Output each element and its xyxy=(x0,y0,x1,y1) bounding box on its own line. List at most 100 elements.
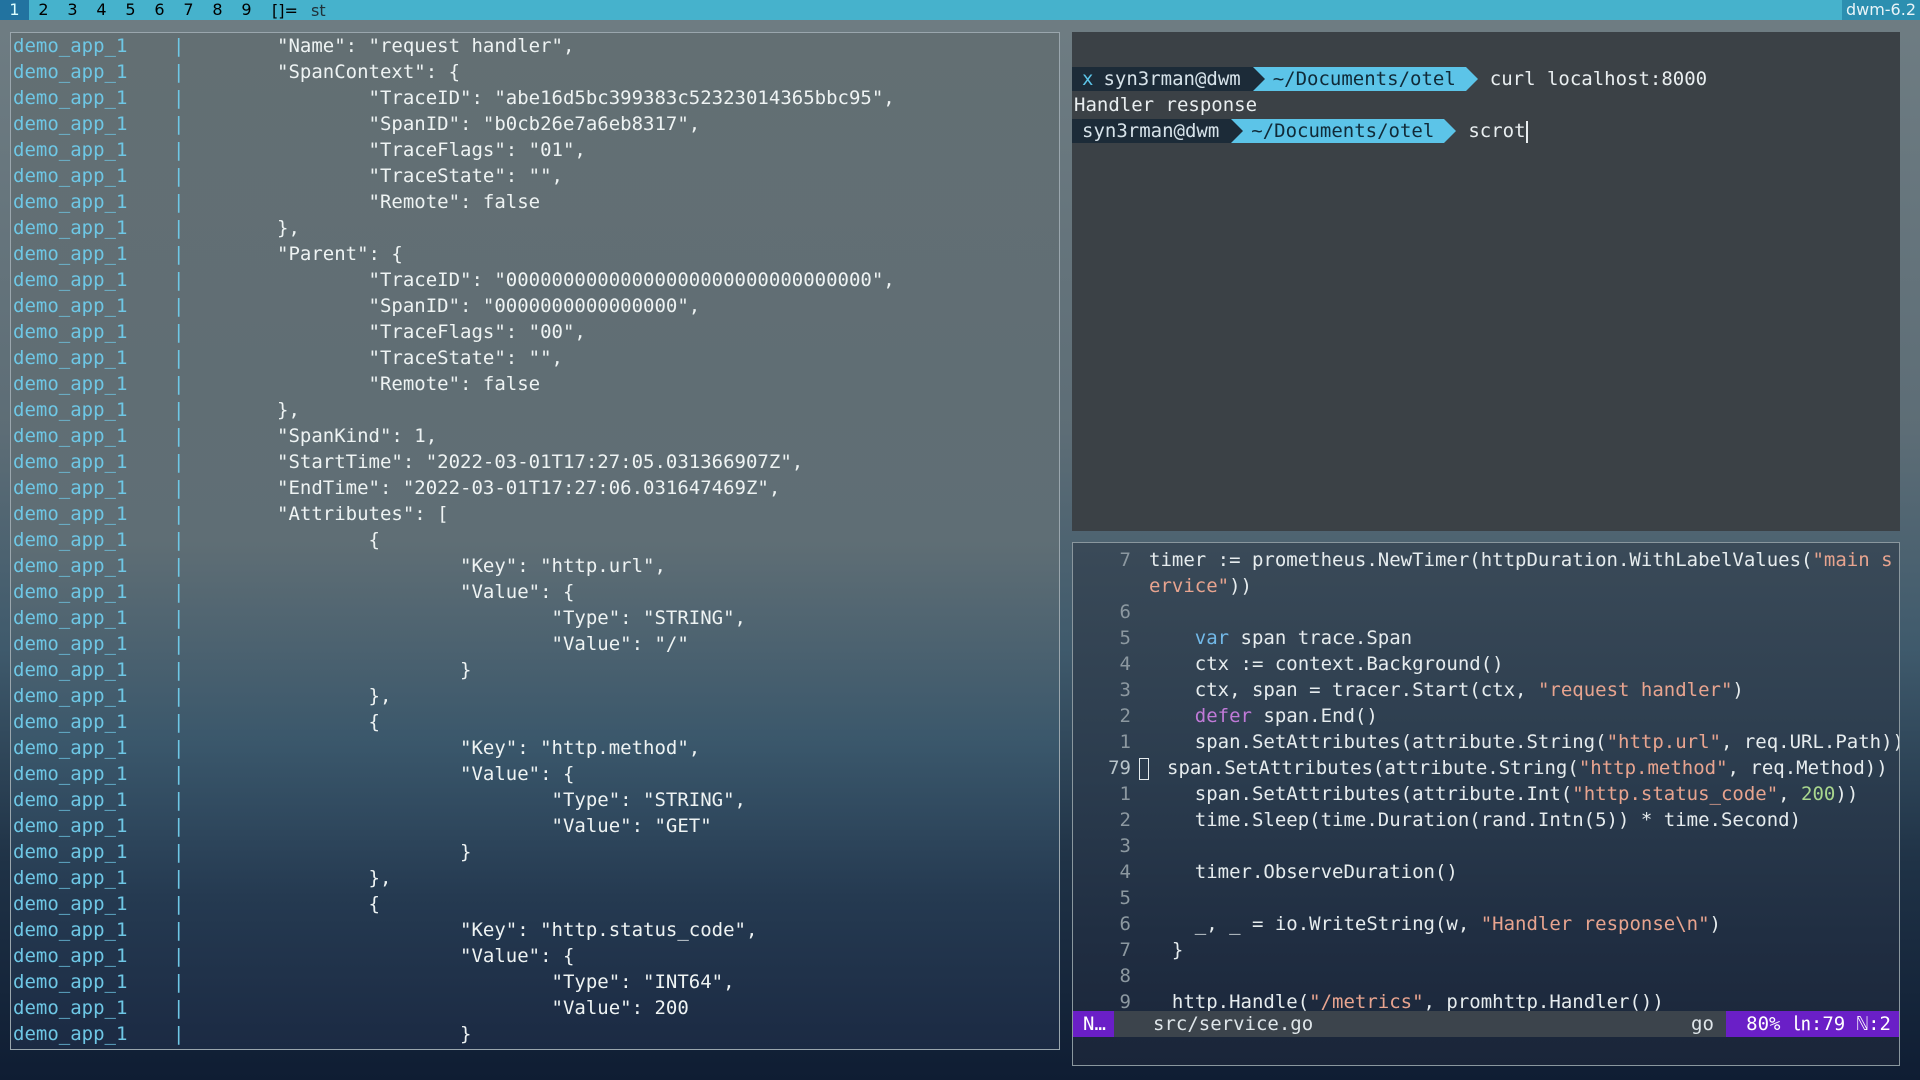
container-name: demo_app_1 xyxy=(13,35,128,57)
log-separator: | xyxy=(173,867,185,889)
log-line: demo_app_1 | "Key": "http.url", xyxy=(13,553,666,579)
editor-statusline: N… src/service.go go 80% ㏑:79 ℕ:2 xyxy=(1073,1011,1899,1037)
code-line[interactable]: 5 xyxy=(1073,885,1149,911)
log-separator: | xyxy=(173,529,185,551)
log-separator: | xyxy=(173,893,185,915)
tag-7[interactable]: 7 xyxy=(174,0,203,20)
command-output: Handler response xyxy=(1074,94,1258,116)
code-line[interactable]: 1 span.SetAttributes(attribute.Int("http… xyxy=(1073,781,1859,807)
prompt-dir: ~/Documents/otel xyxy=(1272,68,1456,90)
code-line[interactable]: ervice")) xyxy=(1073,573,1252,599)
log-line: demo_app_1| } xyxy=(13,1047,380,1049)
code-line[interactable]: 3 xyxy=(1073,833,1149,859)
code-text: ervice")) xyxy=(1149,575,1252,597)
log-text: "Type": "STRING", xyxy=(277,607,746,629)
log-line: demo_app_1 | "TraceState": "", xyxy=(13,163,563,189)
log-separator: | xyxy=(173,503,185,525)
container-name: demo_app_1 xyxy=(13,685,128,707)
tag-2[interactable]: 2 xyxy=(29,0,58,20)
code-line[interactable]: 4 timer.ObserveDuration() xyxy=(1073,859,1458,885)
log-line: demo_app_1 | }, xyxy=(13,865,391,891)
log-separator: | xyxy=(173,815,185,837)
code-line[interactable]: 1 span.SetAttributes(attribute.String("h… xyxy=(1073,729,1899,755)
layout-indicator[interactable]: []= xyxy=(267,1,303,20)
line-number: 1 xyxy=(1119,783,1131,805)
container-name: demo_app_1 xyxy=(13,529,128,551)
code-text: _, _ = io.WriteString(w, "Handler respon… xyxy=(1149,913,1721,935)
log-text: }, xyxy=(277,217,300,239)
code-line[interactable]: 7 timer := prometheus.NewTimer(httpDurati… xyxy=(1073,547,1893,573)
log-terminal[interactable]: demo_app_1 | "Name": "request handler", dem… xyxy=(10,32,1060,1050)
code-line[interactable]: 6 xyxy=(1073,599,1149,625)
code-line[interactable]: 7 } xyxy=(1073,937,1184,963)
tag-4[interactable]: 4 xyxy=(87,0,116,20)
log-separator: | xyxy=(173,919,185,941)
command-text: curl localhost:8000 xyxy=(1489,68,1708,90)
log-text: "TraceID": "0000000000000000000000000000… xyxy=(277,269,895,291)
log-line: demo_app_1 | "SpanKind": 1, xyxy=(13,423,437,449)
log-separator: | xyxy=(173,659,185,681)
mode-indicator: N… xyxy=(1073,1011,1114,1037)
tag-3[interactable]: 3 xyxy=(58,0,87,20)
container-name: demo_app_1 xyxy=(13,269,128,291)
container-name: demo_app_1 xyxy=(13,789,128,811)
log-text: { xyxy=(277,711,380,733)
code-text: time.Sleep(time.Duration(rand.Intn(5)) *… xyxy=(1149,809,1802,831)
vim-editor[interactable]: 7 timer := prometheus.NewTimer(httpDurati… xyxy=(1072,542,1900,1066)
container-name: demo_app_1 xyxy=(13,711,128,733)
log-line: demo_app_1 | "Value": "GET" xyxy=(13,813,712,839)
log-text: }, xyxy=(277,867,392,889)
log-separator: | xyxy=(173,165,185,187)
line-number: 5 xyxy=(1119,627,1131,649)
log-line: demo_app_1 | "SpanID": "0000000000000000"… xyxy=(13,293,700,319)
prompt-dir-segment: ~/Documents/otel xyxy=(1252,67,1478,91)
log-text: "Remote": false xyxy=(277,373,541,395)
log-line: demo_app_1 | "TraceFlags": "00", xyxy=(13,319,586,345)
log-line: demo_app_1 |}, xyxy=(13,215,300,241)
code-line[interactable]: 3 ctx, span = tracer.Start(ctx, "request… xyxy=(1073,677,1744,703)
log-line: demo_app_1 | "Key": "http.status_code", xyxy=(13,917,757,943)
shell-terminal[interactable]: x syn3rman@dwm ~/Documents/otel curl loca… xyxy=(1072,32,1900,531)
tag-5[interactable]: 5 xyxy=(116,0,145,20)
x-icon: x xyxy=(1082,68,1094,90)
log-separator: | xyxy=(173,763,185,785)
log-text: "TraceState": "", xyxy=(277,165,563,187)
code-text: var span trace.Span xyxy=(1194,627,1413,649)
log-line: demo_app_1 | "TraceFlags": "01", xyxy=(13,137,586,163)
tag-8[interactable]: 8 xyxy=(203,0,232,20)
code-line[interactable]: 2 defer span.End() xyxy=(1073,703,1378,729)
log-separator: | xyxy=(173,217,185,239)
code-text: defer span.End() xyxy=(1194,705,1378,727)
log-separator: | xyxy=(173,269,185,291)
code-line[interactable]: 6 _, _ = io.WriteString(w, "Handler resp… xyxy=(1073,911,1721,937)
line-number: 2 xyxy=(1119,705,1131,727)
log-line: demo_app_1 | "Remote": false xyxy=(13,189,540,215)
tag-6[interactable]: 6 xyxy=(145,0,174,20)
log-separator: | xyxy=(173,737,185,759)
log-line: demo_app_1 | "Name": "request handler", xyxy=(13,33,574,59)
tag-1[interactable]: 1 xyxy=(0,0,29,20)
log-text: "TraceID": "abe16d5bc399383c52323014365b… xyxy=(277,87,895,109)
prompt-dir: ~/Documents/otel xyxy=(1251,120,1435,142)
line-number: 3 xyxy=(1119,835,1131,857)
log-line: demo_app_1 | "TraceState": "", xyxy=(13,345,563,371)
log-text: } xyxy=(277,841,472,863)
log-text: "TraceFlags": "00", xyxy=(277,321,586,343)
code-line[interactable]: 5 var span trace.Span xyxy=(1073,625,1413,651)
log-separator: | xyxy=(173,113,185,135)
log-separator: | xyxy=(173,347,185,369)
code-line[interactable]: 8 xyxy=(1073,963,1149,989)
code-line[interactable]: 4 ctx := context.Background() xyxy=(1073,651,1504,677)
code-line[interactable]: 79 span.SetAttributes(attribute.String("h… xyxy=(1073,755,1888,781)
tag-9[interactable]: 9 xyxy=(232,0,261,20)
command-input[interactable]: scrot xyxy=(1468,118,1528,144)
container-name: demo_app_1 xyxy=(13,555,128,577)
code-text: span.SetAttributes(attribute.Int("http.s… xyxy=(1149,783,1859,805)
log-text: "Value": { xyxy=(277,945,575,967)
log-line: demo_app_1| } xyxy=(13,839,471,865)
container-name: demo_app_1 xyxy=(13,347,128,369)
line-number: 1 xyxy=(1119,731,1131,753)
container-name: demo_app_1 xyxy=(13,139,128,161)
line-number: 6 xyxy=(1119,913,1131,935)
code-line[interactable]: 2 time.Sleep(time.Duration(rand.Intn(5))… xyxy=(1073,807,1801,833)
